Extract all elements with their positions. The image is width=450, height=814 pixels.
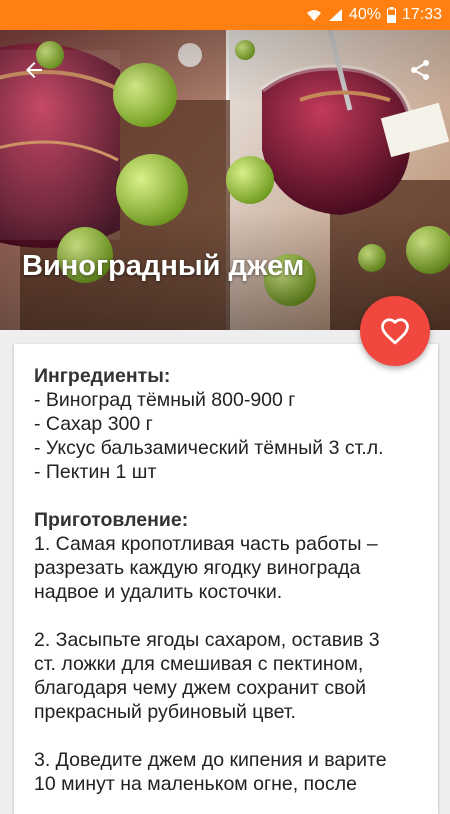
status-bar: 40% 17:33	[0, 0, 450, 30]
back-button[interactable]	[14, 50, 54, 90]
step-line: надвое и удалить косточки.	[34, 581, 283, 603]
step-line: 1. Самая кропотливая часть работы –	[34, 533, 378, 555]
recipe-hero: Виноградный джем	[0, 30, 450, 330]
hero-shade	[0, 30, 450, 330]
step-line: 2. Засыпьте ягоды сахаром, оставив 3	[34, 629, 380, 651]
arrow-left-icon	[26, 62, 42, 78]
ingredients-heading: Ингредиенты:	[34, 365, 171, 387]
step-line: благодаря чему джем сохранит свой	[34, 677, 367, 699]
favorite-button[interactable]	[360, 296, 430, 366]
ingredient-item: - Виноград тёмный 800-900 г	[34, 389, 296, 411]
wifi-icon	[306, 8, 322, 22]
ingredient-item: - Сахар 300 г	[34, 413, 153, 435]
step-line: ст. ложки для смешивая с пектином,	[34, 653, 364, 675]
battery-icon	[386, 7, 396, 23]
step-line: 3. Доведите джем до кипения и варите	[34, 749, 387, 771]
battery-level: 40%	[348, 6, 381, 23]
recipe-title: Виноградный джем	[22, 250, 305, 282]
heart-icon	[381, 318, 409, 345]
recipe-card: Ингредиенты: - Виноград тёмный 800-900 г…	[14, 344, 438, 814]
clock: 17:33	[401, 6, 442, 23]
ingredient-item: - Пектин 1 шт	[34, 461, 157, 483]
method-heading: Приготовление:	[34, 509, 189, 531]
step-line: разрезать каждую ягодку винограда	[34, 557, 361, 579]
step-line: 10 минут на маленьком огне, после	[34, 773, 357, 795]
signal-icon	[328, 8, 343, 22]
share-icon	[411, 60, 429, 80]
step-line: прекрасный рубиновый цвет.	[34, 701, 296, 723]
share-button[interactable]	[400, 50, 440, 90]
ingredient-item: - Уксус бальзамический тёмный 3 ст.л.	[34, 437, 384, 459]
